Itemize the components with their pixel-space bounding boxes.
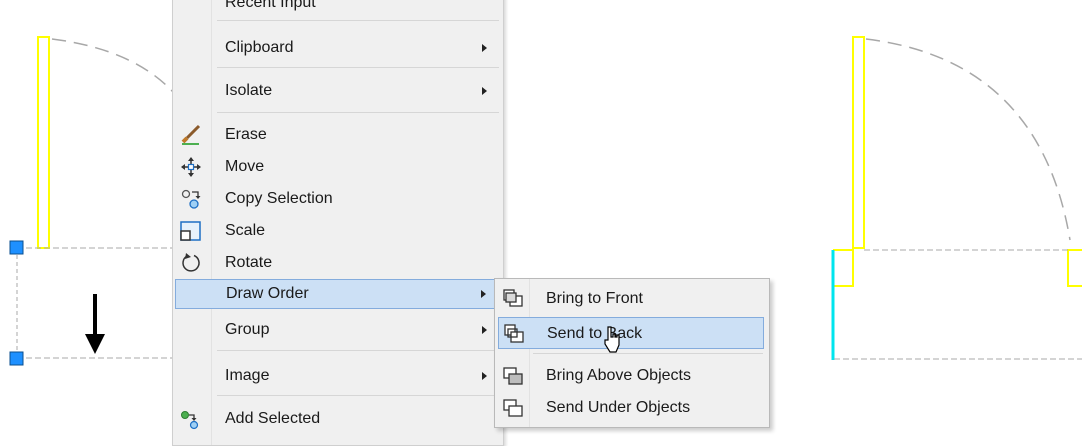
submenu-arrow-icon [482,372,487,380]
copy-selection-icon [181,189,201,209]
menu-separator [217,395,499,396]
menu-item-label: Isolate [225,82,273,99]
menu-item-draw-order[interactable]: Draw Order [175,279,501,309]
menu-item-rotate[interactable]: Rotate [175,248,501,278]
add-selected-icon [181,411,199,430]
menu-item-label: Image [225,367,270,384]
menu-item-scale[interactable]: Scale [175,216,501,246]
submenu-item-send-under-objects[interactable]: Send Under Objects [498,392,764,424]
menu-separator [217,67,499,68]
menu-item-add-selected[interactable]: Add Selected [175,404,501,434]
left-door-drawing [9,36,181,366]
right-door-leaf [852,36,865,249]
rotate-icon [182,253,200,272]
submenu-item-bring-above-objects[interactable]: Bring Above Objects [498,360,764,392]
menu-separator [217,20,499,21]
menu-item-label: Move [225,158,265,175]
menu-item-move[interactable]: Move [175,152,501,182]
grip-bottom[interactable] [9,351,24,366]
submenu-arrow-icon [482,44,487,52]
left-door-swing-arc [51,38,181,101]
submenu-item-label: Bring to Front [546,290,643,307]
menu-item-image[interactable]: Image [175,361,501,391]
submenu-arrow-icon [482,326,487,334]
menu-item-group[interactable]: Group [175,315,501,345]
send-under-objects-icon [503,399,523,417]
move-icon [181,157,201,177]
menu-item-clipboard[interactable]: Clipboard [175,33,501,63]
menu-item-label: Copy Selection [225,190,333,207]
scale-icon [180,221,201,241]
right-door-jamb-right [1067,249,1082,287]
bring-above-objects-icon [503,367,523,385]
menu-item-label: Clipboard [225,39,294,56]
menu-item-erase[interactable]: Erase [175,120,501,150]
submenu-separator [533,353,763,354]
right-door-drawing [831,36,1082,360]
menu-item-label: Add Selected [225,410,321,427]
menu-item-copy-selection[interactable]: Copy Selection [175,184,501,214]
menu-item-label: Scale [225,222,266,239]
submenu-item-label: Send to Back [547,325,643,342]
grip-top[interactable] [9,240,24,255]
left-door-leaf [37,36,50,249]
menu-item-label: Group [225,321,270,338]
submenu-item-send-to-back[interactable]: Send to Back [498,317,764,349]
context-menu: Recent Input Clipboard Isolate Erase Mov… [172,0,504,446]
menu-item-label: Erase [225,126,267,143]
submenu-item-label: Send Under Objects [546,399,691,416]
submenu-item-bring-to-front[interactable]: Bring to Front [498,283,764,315]
mouse-pointer-icon [604,326,620,353]
menu-item-label: Rotate [225,254,273,271]
send-to-back-icon [504,324,524,343]
submenu-item-label: Bring Above Objects [546,367,691,384]
down-arrow-icon [85,294,105,354]
menu-separator [217,112,499,113]
menu-separator [217,350,499,351]
draw-order-submenu: Bring to Front Send to Back Bring Above … [494,278,770,428]
menu-item-label: Draw Order [226,285,309,302]
menu-item-label: Recent Input [225,0,316,11]
right-door-swing-arc [865,38,1071,241]
right-door-jamb-left [833,249,854,287]
submenu-arrow-icon [481,290,486,298]
submenu-arrow-icon [482,87,487,95]
menu-item-isolate[interactable]: Isolate [175,76,501,106]
bring-to-front-icon [503,289,523,307]
menu-item-recent-input[interactable]: Recent Input [175,0,501,18]
erase-icon [181,124,201,145]
